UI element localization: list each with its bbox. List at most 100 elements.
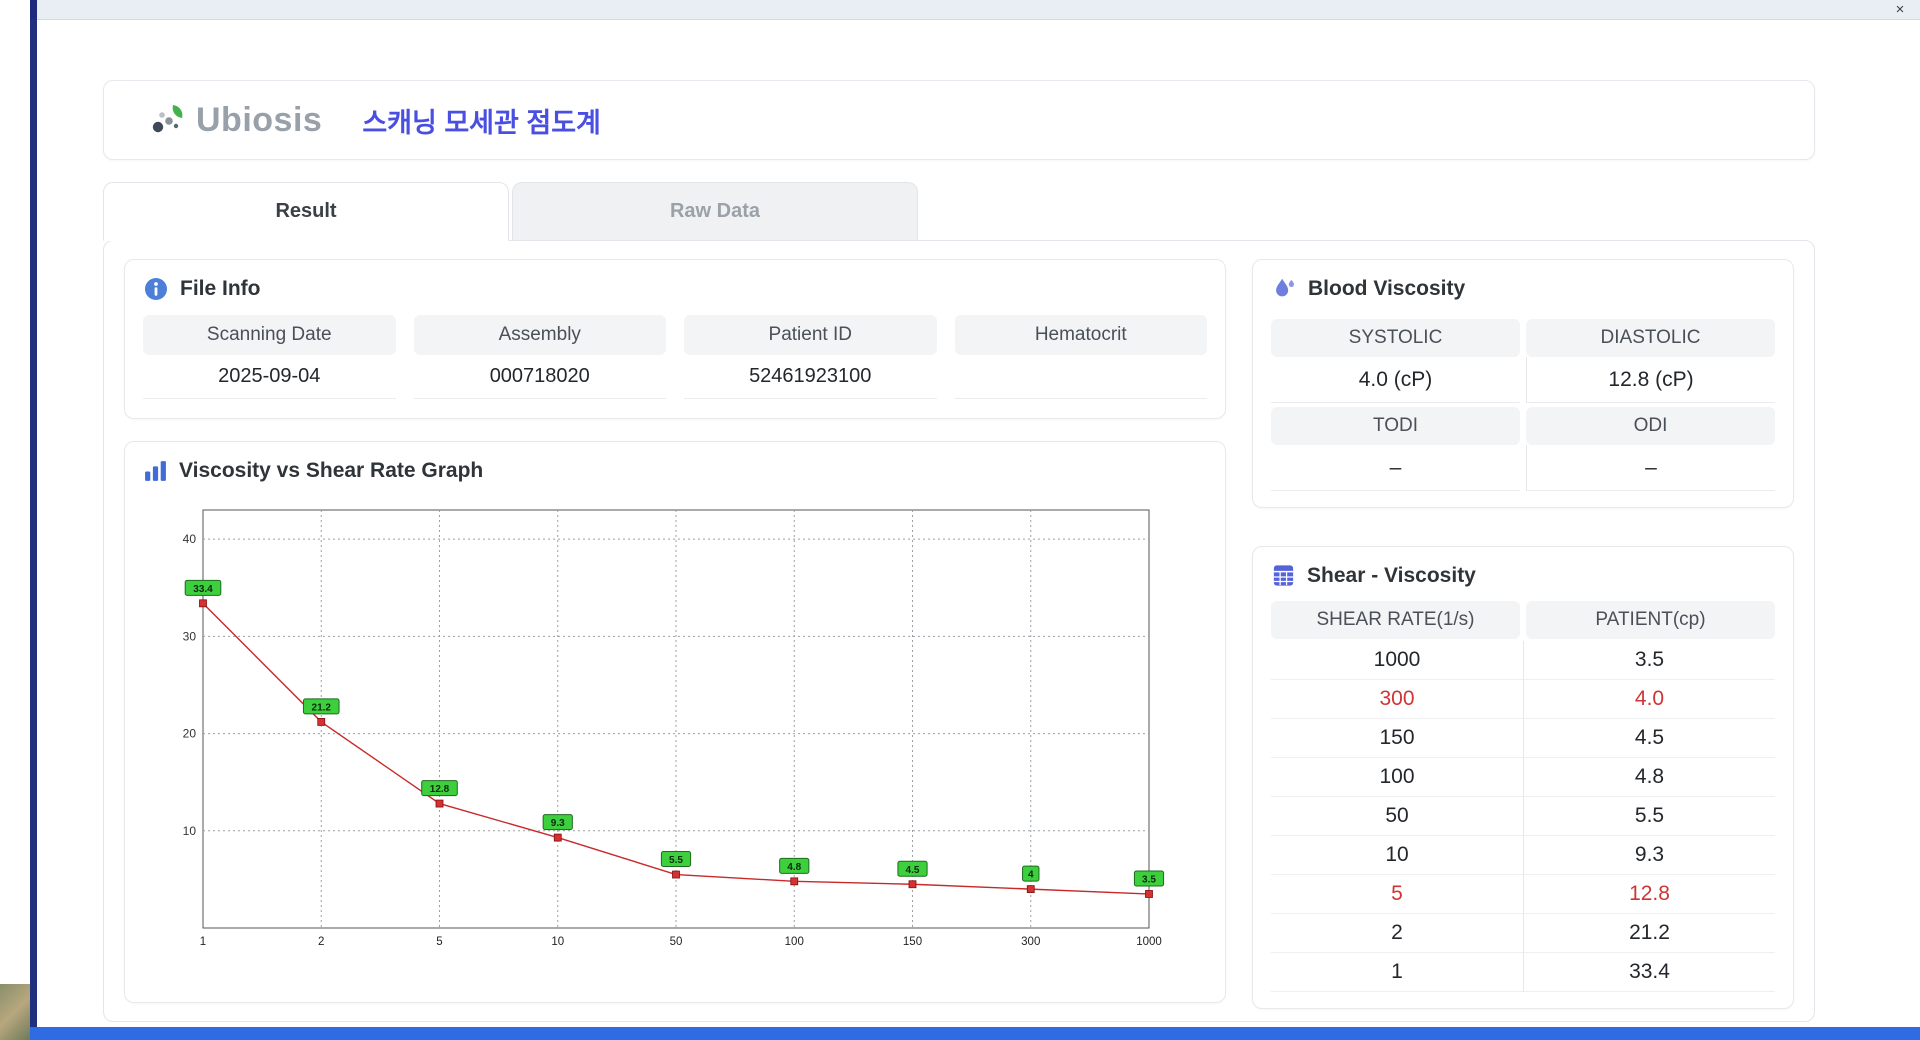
svg-text:10: 10 — [183, 824, 197, 838]
blood-viscosity-card: Blood Viscosity SYSTOLIC DIASTOLIC 4.0 (cP… — [1252, 259, 1794, 508]
table-row: 2 21.2 — [1271, 914, 1775, 953]
svg-text:4: 4 — [1028, 870, 1034, 881]
bv-header-cell: ODI — [1526, 407, 1775, 445]
table-cell-patient: 21.2 — [1523, 914, 1775, 953]
shear-table: SHEAR RATE(1/s) PATIENT(cp) 1000 3.5 300 4.0 1… — [1271, 601, 1775, 992]
field-label: Patient ID — [684, 315, 937, 355]
table-header-cell: PATIENT(cp) — [1526, 601, 1775, 639]
table-cell-shear: 2 — [1271, 914, 1523, 953]
svg-text:33.4: 33.4 — [193, 584, 213, 595]
table-cell-patient: 9.3 — [1523, 836, 1775, 875]
file-field: Scanning Date 2025-09-04 — [143, 315, 396, 399]
svg-text:2: 2 — [318, 936, 324, 948]
viscosity-chart: 10 20 30 40 1 2 5 10 50 100 150 300 1000 33.4 21.2 12.8… — [183, 509, 1165, 948]
svg-text:21.2: 21.2 — [312, 702, 332, 713]
file-info-card: File Info Scanning Date 2025-09-04 Assembl… — [124, 259, 1226, 419]
table-cell-patient: 3.5 — [1523, 641, 1775, 680]
svg-text:4.5: 4.5 — [906, 865, 920, 876]
desktop-wallpaper-sliver — [0, 984, 30, 1040]
info-icon — [145, 278, 167, 300]
file-field: Hematocrit — [954, 315, 1207, 399]
bv-header-cell: TODI — [1271, 407, 1520, 445]
table-row: 1 33.4 — [1271, 953, 1775, 992]
table-row: 5 12.8 — [1271, 875, 1775, 914]
svg-text:150: 150 — [903, 936, 922, 948]
table-row: 1000 3.5 — [1271, 641, 1775, 680]
tabs: Result Raw Data — [103, 182, 1815, 241]
svg-text:5.5: 5.5 — [669, 855, 683, 866]
file-info-fields: Scanning Date 2025-09-04 Assembly 000718020… — [143, 315, 1207, 399]
field-value — [954, 355, 1207, 399]
bv-value-cell: 12.8 (cP) — [1526, 357, 1775, 403]
graph-title: Viscosity vs Shear Rate Graph — [179, 458, 484, 482]
table-cell-shear: 5 — [1271, 875, 1523, 914]
field-label: Assembly — [413, 315, 666, 355]
field-value: 52461923100 — [684, 355, 937, 399]
blood-viscosity-title: Blood Viscosity — [1308, 277, 1466, 300]
svg-text:300: 300 — [1021, 936, 1040, 948]
table-row: 100 4.8 — [1271, 758, 1775, 797]
table-cell-patient: 4.0 — [1523, 680, 1775, 719]
svg-text:3.5: 3.5 — [1142, 874, 1156, 885]
field-value: 000718020 — [413, 355, 666, 399]
svg-text:5: 5 — [436, 936, 442, 948]
bv-value-cell: – — [1271, 445, 1520, 491]
svg-text:30: 30 — [183, 629, 197, 643]
svg-text:12.8: 12.8 — [430, 784, 450, 795]
result-panel: File Info Scanning Date 2025-09-04 Assembl… — [103, 240, 1815, 1022]
table-row: 50 5.5 — [1271, 797, 1775, 836]
svg-text:9.3: 9.3 — [551, 818, 565, 829]
svg-text:1000: 1000 — [1136, 936, 1162, 948]
app-header: Ubiosis 스캐닝 모세관 점도계 — [103, 80, 1815, 160]
table-cell-shear: 1 — [1271, 953, 1523, 992]
svg-text:1: 1 — [200, 936, 206, 948]
file-info-title: File Info — [180, 277, 261, 300]
window-bottom-bar — [30, 1027, 1920, 1040]
window-left-edge — [30, 0, 37, 1040]
brand-logo: Ubiosis — [148, 99, 322, 141]
table-header-row: SHEAR RATE(1/s) PATIENT(cp) — [1271, 601, 1775, 639]
svg-text:100: 100 — [785, 936, 804, 948]
svg-text:50: 50 — [670, 936, 683, 948]
svg-text:4.8: 4.8 — [787, 862, 801, 873]
brand-name: Ubiosis — [196, 100, 323, 139]
field-label: Hematocrit — [954, 315, 1207, 355]
table-cell-shear: 1000 — [1271, 641, 1523, 680]
table-cell-patient: 5.5 — [1523, 797, 1775, 836]
droplet-icon — [1276, 278, 1295, 297]
table-header-cell: SHEAR RATE(1/s) — [1271, 601, 1520, 639]
close-icon[interactable]: × — [1888, 0, 1912, 19]
table-row: 300 4.0 — [1271, 680, 1775, 719]
table-cell-shear: 100 — [1271, 758, 1523, 797]
shear-viscosity-card: Shear - Viscosity SHEAR RATE(1/s) PATIENT… — [1252, 546, 1794, 1009]
shear-viscosity-title: Shear - Viscosity — [1307, 563, 1476, 587]
graph-card: Viscosity vs Shear Rate Graph 10 20 30 40 1 2… — [124, 441, 1226, 1003]
table-cell-patient: 12.8 — [1523, 875, 1775, 914]
field-value: 2025-09-04 — [143, 355, 396, 399]
table-cell-patient: 4.8 — [1523, 758, 1775, 797]
svg-text:20: 20 — [183, 727, 197, 741]
tab-raw-data[interactable]: Raw Data — [512, 182, 918, 241]
page-title: 스캐닝 모세관 점도계 — [362, 107, 601, 138]
file-field: Patient ID 52461923100 — [684, 315, 937, 399]
blood-viscosity-grid: SYSTOLIC DIASTOLIC 4.0 (cP) 12.8 (cP) TODI OD… — [1271, 315, 1775, 491]
bar-chart-icon — [145, 461, 166, 481]
tab-result[interactable]: Result — [103, 182, 509, 241]
app-window: Ubiosis 스캐닝 모세관 점도계 Result Raw Data File … — [37, 20, 1920, 1027]
bv-header-cell: DIASTOLIC — [1526, 319, 1775, 357]
field-label: Scanning Date — [143, 315, 396, 355]
table-row: 10 9.3 — [1271, 836, 1775, 875]
table-grid-icon — [1273, 565, 1294, 586]
svg-text:40: 40 — [183, 532, 197, 546]
bv-value-cell: – — [1526, 445, 1775, 491]
table-cell-shear: 10 — [1271, 836, 1523, 875]
table-cell-shear: 300 — [1271, 680, 1523, 719]
table-cell-patient: 4.5 — [1523, 719, 1775, 758]
bv-header-cell: SYSTOLIC — [1271, 319, 1520, 357]
window-titlebar: × — [37, 0, 1920, 20]
ubiosis-logo-icon — [152, 105, 183, 133]
file-field: Assembly 000718020 — [413, 315, 666, 399]
table-cell-patient: 33.4 — [1523, 953, 1775, 992]
svg-text:10: 10 — [551, 936, 564, 948]
table-cell-shear: 150 — [1271, 719, 1523, 758]
